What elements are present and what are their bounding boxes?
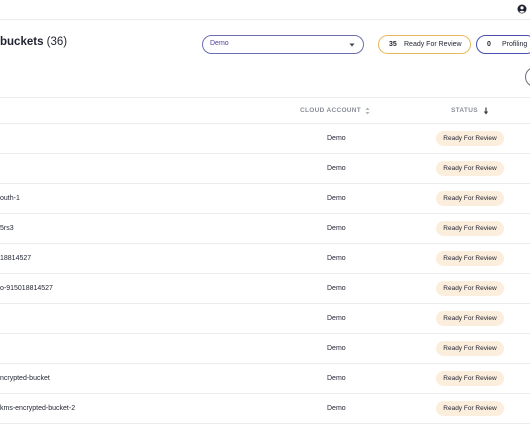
cloud-account-cell: Demo (327, 345, 346, 352)
bucket-count: (36) (46, 36, 68, 48)
table-row[interactable]: Demo Ready For Review (0, 124, 530, 154)
table-row[interactable]: Demo Ready For Review (0, 304, 530, 334)
action-button[interactable] (525, 67, 530, 87)
cloud-account-cell: Demo (327, 285, 346, 292)
cloud-account-cell: Demo (327, 405, 346, 412)
status-badge: Ready For Review (436, 131, 504, 146)
table-row[interactable]: Demo Ready For Review (0, 334, 530, 364)
ready-for-review-filter[interactable]: 35 Ready For Review (378, 35, 471, 54)
table-row[interactable]: kms-encrypted-bucket-2 Demo Ready For Revi… (0, 394, 530, 424)
status-badge: Ready For Review (436, 251, 504, 266)
status-badge: Ready For Review (436, 401, 504, 416)
status-badge: Ready For Review (436, 311, 504, 326)
table-row[interactable]: 5rs3 Demo Ready For Review (0, 214, 530, 244)
top-bar (0, 0, 530, 20)
column-header-status[interactable]: STATUS (451, 107, 478, 114)
cloud-account-cell: Demo (327, 165, 346, 172)
bucket-name-cell: 5rs3 (0, 225, 14, 232)
bucket-name-cell: o-915018814527 (0, 285, 53, 292)
column-header-cloud-account[interactable]: CLOUD ACCOUNT (300, 107, 361, 114)
page-title: buckets (36) (0, 36, 67, 48)
table-row[interactable]: o-915018814527 Demo Ready For Review (0, 274, 530, 304)
table-row[interactable]: ncrypted-bucket Demo Ready For Review (0, 364, 530, 394)
page-title-text: buckets (0, 36, 44, 48)
profiling-filter[interactable]: 0 Profiling (476, 35, 530, 54)
cloud-account-cell: Demo (327, 195, 346, 202)
status-badge: Ready For Review (436, 221, 504, 236)
table-row[interactable]: outh-1 Demo Ready For Review (0, 184, 530, 214)
profiling-count: 0 (487, 41, 491, 48)
chevron-down-icon (349, 43, 355, 47)
bucket-name-cell: outh-1 (0, 195, 20, 202)
ready-for-review-count: 35 (389, 41, 397, 48)
table-header: CLOUD ACCOUNT STATUS (0, 97, 530, 124)
cloud-account-cell: Demo (327, 135, 346, 142)
cloud-account-cell: Demo (327, 375, 346, 382)
ready-for-review-label: Ready For Review (404, 41, 462, 48)
status-badge: Ready For Review (436, 191, 504, 206)
bucket-name-cell: kms-encrypted-bucket-2 (0, 405, 76, 412)
cloud-account-cell: Demo (327, 255, 346, 262)
table-row[interactable]: 18814527 Demo Ready For Review (0, 244, 530, 274)
user-icon[interactable] (517, 4, 527, 14)
status-badge: Ready For Review (436, 281, 504, 296)
cloud-account-select-value: Demo (210, 40, 229, 47)
sort-updown-icon[interactable] (365, 107, 370, 115)
status-badge: Ready For Review (436, 161, 504, 176)
status-badge: Ready For Review (436, 371, 504, 386)
cloud-account-cell: Demo (327, 225, 346, 232)
table-row[interactable]: Demo Ready For Review (0, 154, 530, 184)
bucket-name-cell: ncrypted-bucket (0, 375, 50, 382)
status-badge: Ready For Review (436, 341, 504, 356)
cloud-account-select[interactable]: Demo (202, 35, 364, 54)
profiling-label: Profiling (502, 41, 528, 48)
sort-down-arrow-icon[interactable] (483, 107, 489, 115)
bucket-name-cell: 18814527 (0, 255, 32, 262)
page-header: buckets (36) Demo 35 Ready For Review 0 … (0, 20, 530, 97)
cloud-account-cell: Demo (327, 315, 346, 322)
